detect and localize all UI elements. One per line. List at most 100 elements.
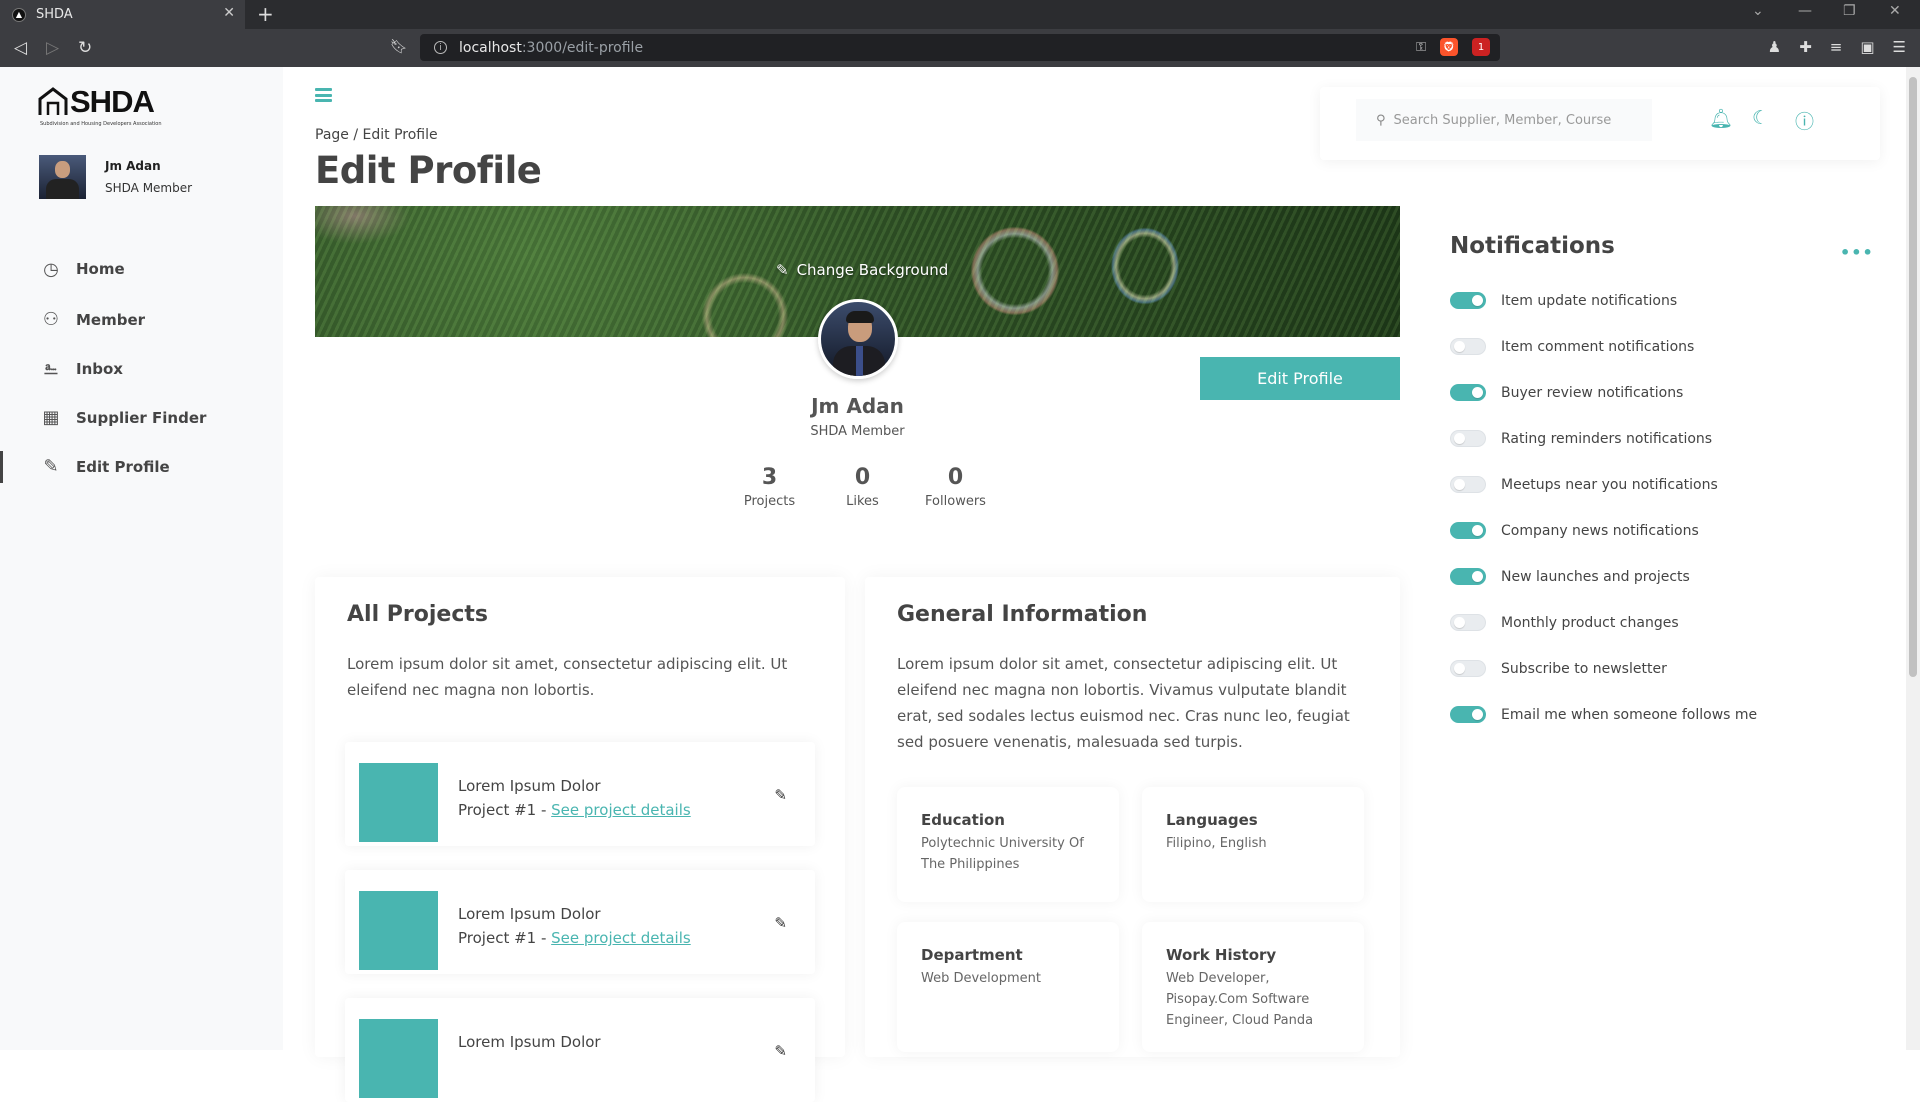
tab-close-icon[interactable]: ✕ xyxy=(223,5,235,21)
toggle-switch[interactable] xyxy=(1450,430,1486,447)
sidebar-item-label: Supplier Finder xyxy=(76,408,207,427)
breadcrumb: Page / Edit Profile xyxy=(315,127,438,143)
search-icon: ⚲ xyxy=(1376,112,1386,128)
project-thumbnail xyxy=(359,891,438,970)
leo-icon[interactable]: ♟ xyxy=(1768,38,1781,56)
project-thumbnail xyxy=(359,763,438,842)
menu-icon[interactable]: ☰ xyxy=(1893,38,1906,56)
notifications-panel: Notifications ••• Item update notificati… xyxy=(1450,233,1873,723)
toggle-switch[interactable] xyxy=(1450,384,1486,401)
stat-label: Followers xyxy=(925,494,986,509)
stat-value: 0 xyxy=(947,465,964,490)
new-tab-icon[interactable]: + xyxy=(257,2,274,26)
edit-profile-button[interactable]: Edit Profile xyxy=(1200,357,1400,400)
restore-icon[interactable]: ❐ xyxy=(1843,3,1856,19)
address-bar[interactable]: i localhost:3000/edit-profile ⚿ 🦁︎ 1 xyxy=(420,34,1500,61)
site-info-icon[interactable]: i xyxy=(434,41,447,54)
notifications-title: Notifications xyxy=(1450,233,1615,259)
notification-toggle-row[interactable]: Item comment notifications xyxy=(1450,338,1694,355)
info-label: Work History xyxy=(1166,946,1277,964)
sidebar-user-role: SHDA Member xyxy=(105,181,193,195)
house-logo-icon xyxy=(38,87,68,115)
project-number: Project #1 - xyxy=(458,929,552,947)
pencil-icon[interactable]: ✎ xyxy=(774,914,787,932)
notification-toggle-row[interactable]: New launches and projects xyxy=(1450,568,1690,585)
stat-value: 0 xyxy=(854,465,871,490)
page-title: Edit Profile xyxy=(315,149,542,192)
notification-toggle-row[interactable]: Item update notifications xyxy=(1450,292,1677,309)
info-label: Education xyxy=(921,811,1005,829)
notification-toggle-row[interactable]: Email me when someone follows me xyxy=(1450,706,1757,723)
shda-logo[interactable]: SHDA xyxy=(38,86,155,117)
sidebar-item-edit-profile[interactable]: ✎ Edit Profile xyxy=(0,442,283,491)
extensions-icon[interactable]: ✚ xyxy=(1799,38,1812,56)
toggle-switch[interactable] xyxy=(1450,476,1486,493)
window-close-icon[interactable]: ✕ xyxy=(1889,3,1901,19)
profile-role: SHDA Member xyxy=(810,424,905,439)
search-placeholder: Search Supplier, Member, Course xyxy=(1393,112,1612,128)
more-options-icon[interactable]: ••• xyxy=(1840,243,1874,262)
reload-icon[interactable]: ↻ xyxy=(78,38,92,58)
notification-toggle-row[interactable]: Buyer review notifications xyxy=(1450,384,1683,401)
tab-title: SHDA xyxy=(36,7,73,22)
toggle-switch[interactable] xyxy=(1450,614,1486,631)
brave-rewards-icon[interactable]: 1 xyxy=(1472,38,1490,56)
scrollbar-thumb[interactable] xyxy=(1909,77,1917,677)
profile-stats: 3 Projects 0 Likes 0 Followers xyxy=(723,465,1002,509)
toggle-switch[interactable] xyxy=(1450,568,1486,585)
notification-label: Buyer review notifications xyxy=(1501,384,1684,401)
toggle-switch[interactable] xyxy=(1450,292,1486,309)
toggle-switch[interactable] xyxy=(1450,338,1486,355)
sidebar-profile[interactable]: Jm Adan SHDA Member xyxy=(39,155,192,199)
notification-toggle-row[interactable]: Company news notifications xyxy=(1450,522,1699,539)
projects-card: All Projects Lorem ipsum dolor sit amet,… xyxy=(315,577,845,1102)
notification-toggle-row[interactable]: Subscribe to newsletter xyxy=(1450,660,1667,677)
see-project-details-link[interactable]: See project details xyxy=(551,801,691,819)
toggle-switch[interactable] xyxy=(1450,706,1486,723)
brave-rewards-badge: 1 xyxy=(1477,41,1485,53)
sidebar-user-name: Jm Adan xyxy=(105,159,161,173)
sidebar-item-label: Home xyxy=(76,260,125,278)
bell-icon[interactable]: 🔔︎ xyxy=(1709,107,1733,130)
project-title: Lorem Ipsum Dolor xyxy=(458,777,601,795)
playlist-icon[interactable]: ≡ xyxy=(1830,38,1843,56)
notification-toggle-row[interactable]: Meetups near you notifications xyxy=(1450,476,1718,493)
stat-likes: 0 Likes xyxy=(816,465,909,509)
toggle-switch[interactable] xyxy=(1450,660,1486,677)
sidebar-item-supplier-finder[interactable]: ▦ Supplier Finder xyxy=(0,393,283,442)
top-toolbar: ⚲ Search Supplier, Member, Course 🔔︎ ☾ ⓘ xyxy=(1320,87,1880,160)
url-path: :3000/edit-profile xyxy=(521,39,644,56)
page-scrollbar[interactable] xyxy=(1906,67,1920,1050)
wallet-icon[interactable]: ▣ xyxy=(1860,38,1874,56)
see-project-details-link[interactable]: See project details xyxy=(551,929,691,947)
change-background-button[interactable]: ✎ Change Background xyxy=(776,261,948,279)
profile-avatar[interactable] xyxy=(818,299,898,379)
info-label: Languages xyxy=(1166,811,1258,829)
search-input[interactable]: ⚲ Search Supplier, Member, Course xyxy=(1356,99,1652,141)
info-icon[interactable]: ⓘ xyxy=(1795,107,1814,134)
pencil-icon[interactable]: ✎ xyxy=(774,1042,787,1060)
hamburger-menu-icon[interactable] xyxy=(315,88,332,102)
back-icon[interactable]: ◁ xyxy=(14,38,27,58)
sidebar: SHDA Subdivision and Housing Developers … xyxy=(0,67,283,1050)
extension-icons: ♟ ✚ ≡ ▣ ☰ xyxy=(1768,38,1906,56)
tab-search-icon[interactable]: ⌄ xyxy=(1752,3,1764,19)
bookmark-icon[interactable]: 🔖︎ xyxy=(390,39,408,55)
project-title: Lorem Ipsum Dolor xyxy=(458,905,601,923)
toggle-switch[interactable] xyxy=(1450,522,1486,539)
notification-toggle-row[interactable]: Monthly product changes xyxy=(1450,614,1679,631)
sidebar-item-home[interactable]: ◷ Home xyxy=(0,243,283,295)
brave-shield-icon[interactable]: 🦁︎ xyxy=(1440,38,1458,56)
pencil-icon[interactable]: ✎ xyxy=(774,786,787,804)
sidebar-item-member[interactable]: ⚇ Member xyxy=(0,295,283,344)
notification-toggle-row[interactable]: Rating reminders notifications xyxy=(1450,430,1712,447)
sidebar-item-inbox[interactable]: ⎁ Inbox xyxy=(0,344,283,393)
sidebar-item-label: Member xyxy=(76,310,146,329)
minimize-icon[interactable]: — xyxy=(1798,3,1812,19)
browser-tab[interactable]: ▲ SHDA ✕ xyxy=(0,0,245,29)
projects-title: All Projects xyxy=(347,602,488,627)
notification-label: Meetups near you notifications xyxy=(1501,476,1718,493)
forward-icon[interactable]: ▷ xyxy=(46,38,59,58)
key-icon[interactable]: ⚿ xyxy=(1416,40,1426,55)
moon-icon[interactable]: ☾ xyxy=(1752,107,1769,129)
